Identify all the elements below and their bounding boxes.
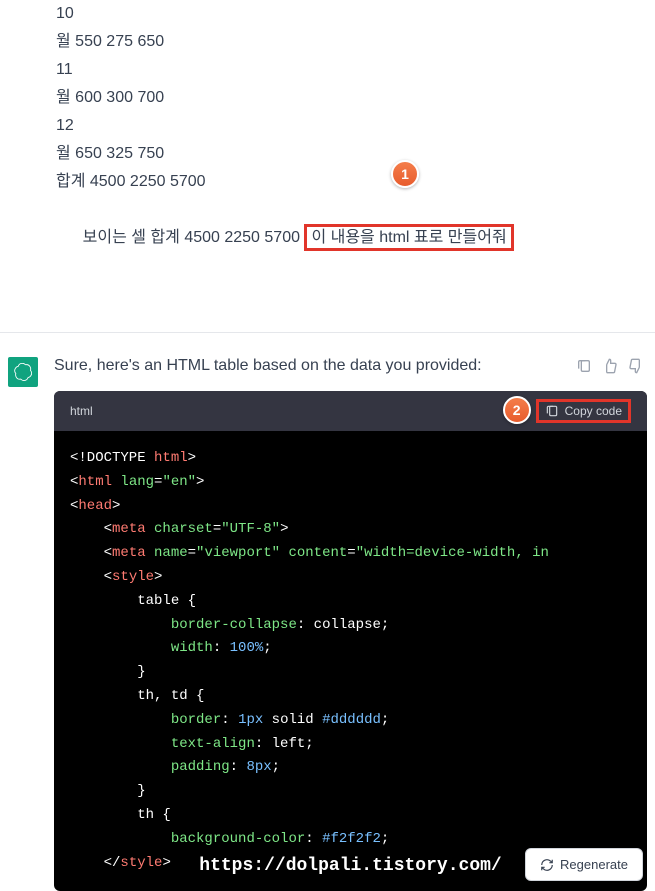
assistant-intro-text: Sure, here's an HTML table based on the … bbox=[54, 357, 647, 375]
code-header: html 2 Copy code bbox=[54, 391, 647, 431]
message-actions bbox=[575, 357, 645, 375]
regenerate-button[interactable]: Regenerate bbox=[525, 848, 643, 881]
refresh-icon bbox=[540, 858, 554, 872]
user-line: 보이는 셀 합계 4500 2250 5700 이 내용을 html 표로 만들… bbox=[56, 196, 655, 308]
user-line: 월 650 325 750 bbox=[56, 140, 655, 168]
regenerate-label: Regenerate bbox=[560, 857, 628, 872]
user-line: 월 600 300 700 bbox=[56, 84, 655, 112]
user-text: 보이는 셀 합계 4500 2250 5700 bbox=[83, 229, 305, 246]
copy-code-label: Copy code bbox=[565, 404, 622, 418]
thumbs-up-button[interactable] bbox=[601, 357, 619, 375]
code-block: html 2 Copy code <!DOCTYPE html> <html l… bbox=[54, 391, 647, 891]
watermark-text: https://dolpali.tistory.com/ bbox=[199, 851, 501, 882]
openai-icon bbox=[14, 363, 32, 381]
user-line: 10 bbox=[56, 0, 655, 28]
copy-code-button[interactable]: 2 Copy code bbox=[536, 399, 631, 423]
assistant-content: Sure, here's an HTML table based on the … bbox=[54, 357, 647, 891]
callout-badge-1: 1 bbox=[391, 160, 419, 188]
user-line: 12 bbox=[56, 112, 655, 140]
clipboard-icon bbox=[576, 358, 592, 374]
copy-message-button[interactable] bbox=[575, 357, 593, 375]
thumbs-down-button[interactable] bbox=[627, 357, 645, 375]
callout-badge-2: 2 bbox=[503, 396, 531, 424]
clipboard-icon bbox=[545, 404, 559, 418]
code-content: <!DOCTYPE html> <html lang="en"> <head> … bbox=[54, 431, 647, 891]
assistant-message: Sure, here's an HTML table based on the … bbox=[0, 333, 655, 891]
code-language-label: html bbox=[70, 404, 93, 418]
user-line: 월 550 275 650 bbox=[56, 28, 655, 56]
assistant-avatar bbox=[8, 357, 38, 387]
user-line: 11 bbox=[56, 56, 655, 84]
user-prompt-highlight: 이 내용을 html 표로 만들어줘 bbox=[304, 224, 513, 251]
thumbs-down-icon bbox=[628, 358, 644, 374]
user-message: 10 월 550 275 650 11 월 600 300 700 12 월 6… bbox=[0, 0, 655, 328]
thumbs-up-icon bbox=[602, 358, 618, 374]
chat-container: 10 월 550 275 650 11 월 600 300 700 12 월 6… bbox=[0, 0, 655, 891]
user-line: 합계 4500 2250 5700 bbox=[56, 168, 655, 196]
